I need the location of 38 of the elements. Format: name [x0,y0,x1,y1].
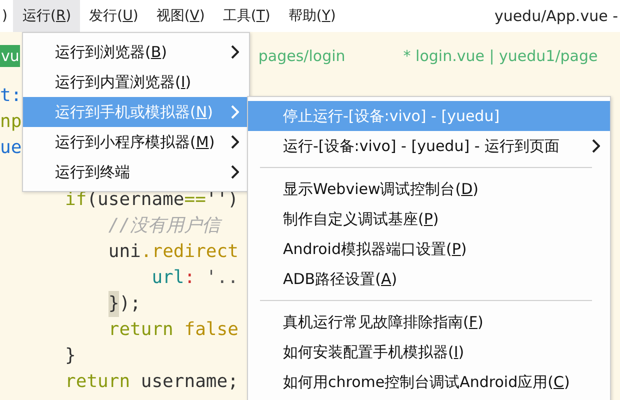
code-token: == [184,188,206,212]
menu-item[interactable]: 运行到终端 [23,157,249,187]
code-token: '') [206,188,238,212]
code-token: (username [86,188,184,212]
menu-bar-item[interactable]: 发行(U) [80,0,148,32]
code-token: return [107,318,174,342]
code-token: url [150,266,184,290]
code-token: ue [0,136,22,160]
menu-item[interactable]: 运行-[设备:vivo] - [yuedu] - 运行到页面 [248,131,610,161]
menu-bar-item[interactable]: 帮助(Y) [279,0,345,32]
code-token: '.. [204,266,238,290]
menu-bar-item[interactable]: 工具(T) [214,0,280,32]
window-title: yuedu/App.vue - [494,7,619,25]
menu-item[interactable]: Android模拟器端口设置(P) [248,234,610,264]
code-token: : [184,266,196,290]
code-token: if [64,188,87,212]
menu-item[interactable]: 运行到浏览器(B) [23,37,249,67]
code-token: username; [140,370,238,394]
code-token: false [183,318,238,342]
code-token: } [64,344,76,368]
menu-bar-item[interactable]: 运行(R) [13,0,80,32]
menu-item[interactable]: 运行到小程序模拟器(M) [23,127,249,157]
menu-item[interactable]: ADB路径设置(A) [248,264,610,294]
code-token: .redirect [140,240,238,264]
code-token: uni [107,240,141,264]
menu-item[interactable]: 如何用chrome控制台调试Android应用(C) [248,367,610,397]
menu-item[interactable]: 运行到内置浏览器(I) [23,67,249,97]
code-token: return [64,370,130,394]
menu-item[interactable]: 显示Webview调试控制台(D) [248,174,610,204]
menu-bar-item[interactable]: 视图(V) [147,0,214,32]
menu-bar-item[interactable]: ) [0,0,14,32]
menu-item[interactable]: 真机运行常见故障排除指南(F) [248,307,610,337]
menu-item[interactable]: 制作自定义调试基座(P) [248,204,610,234]
code-token: np [0,110,22,134]
code-token: t: [0,84,22,108]
code-token: ); [119,292,141,316]
menu-item[interactable]: 如何安装配置手机模拟器(I) [248,337,610,367]
code-token: //没有用户信 [107,214,220,238]
